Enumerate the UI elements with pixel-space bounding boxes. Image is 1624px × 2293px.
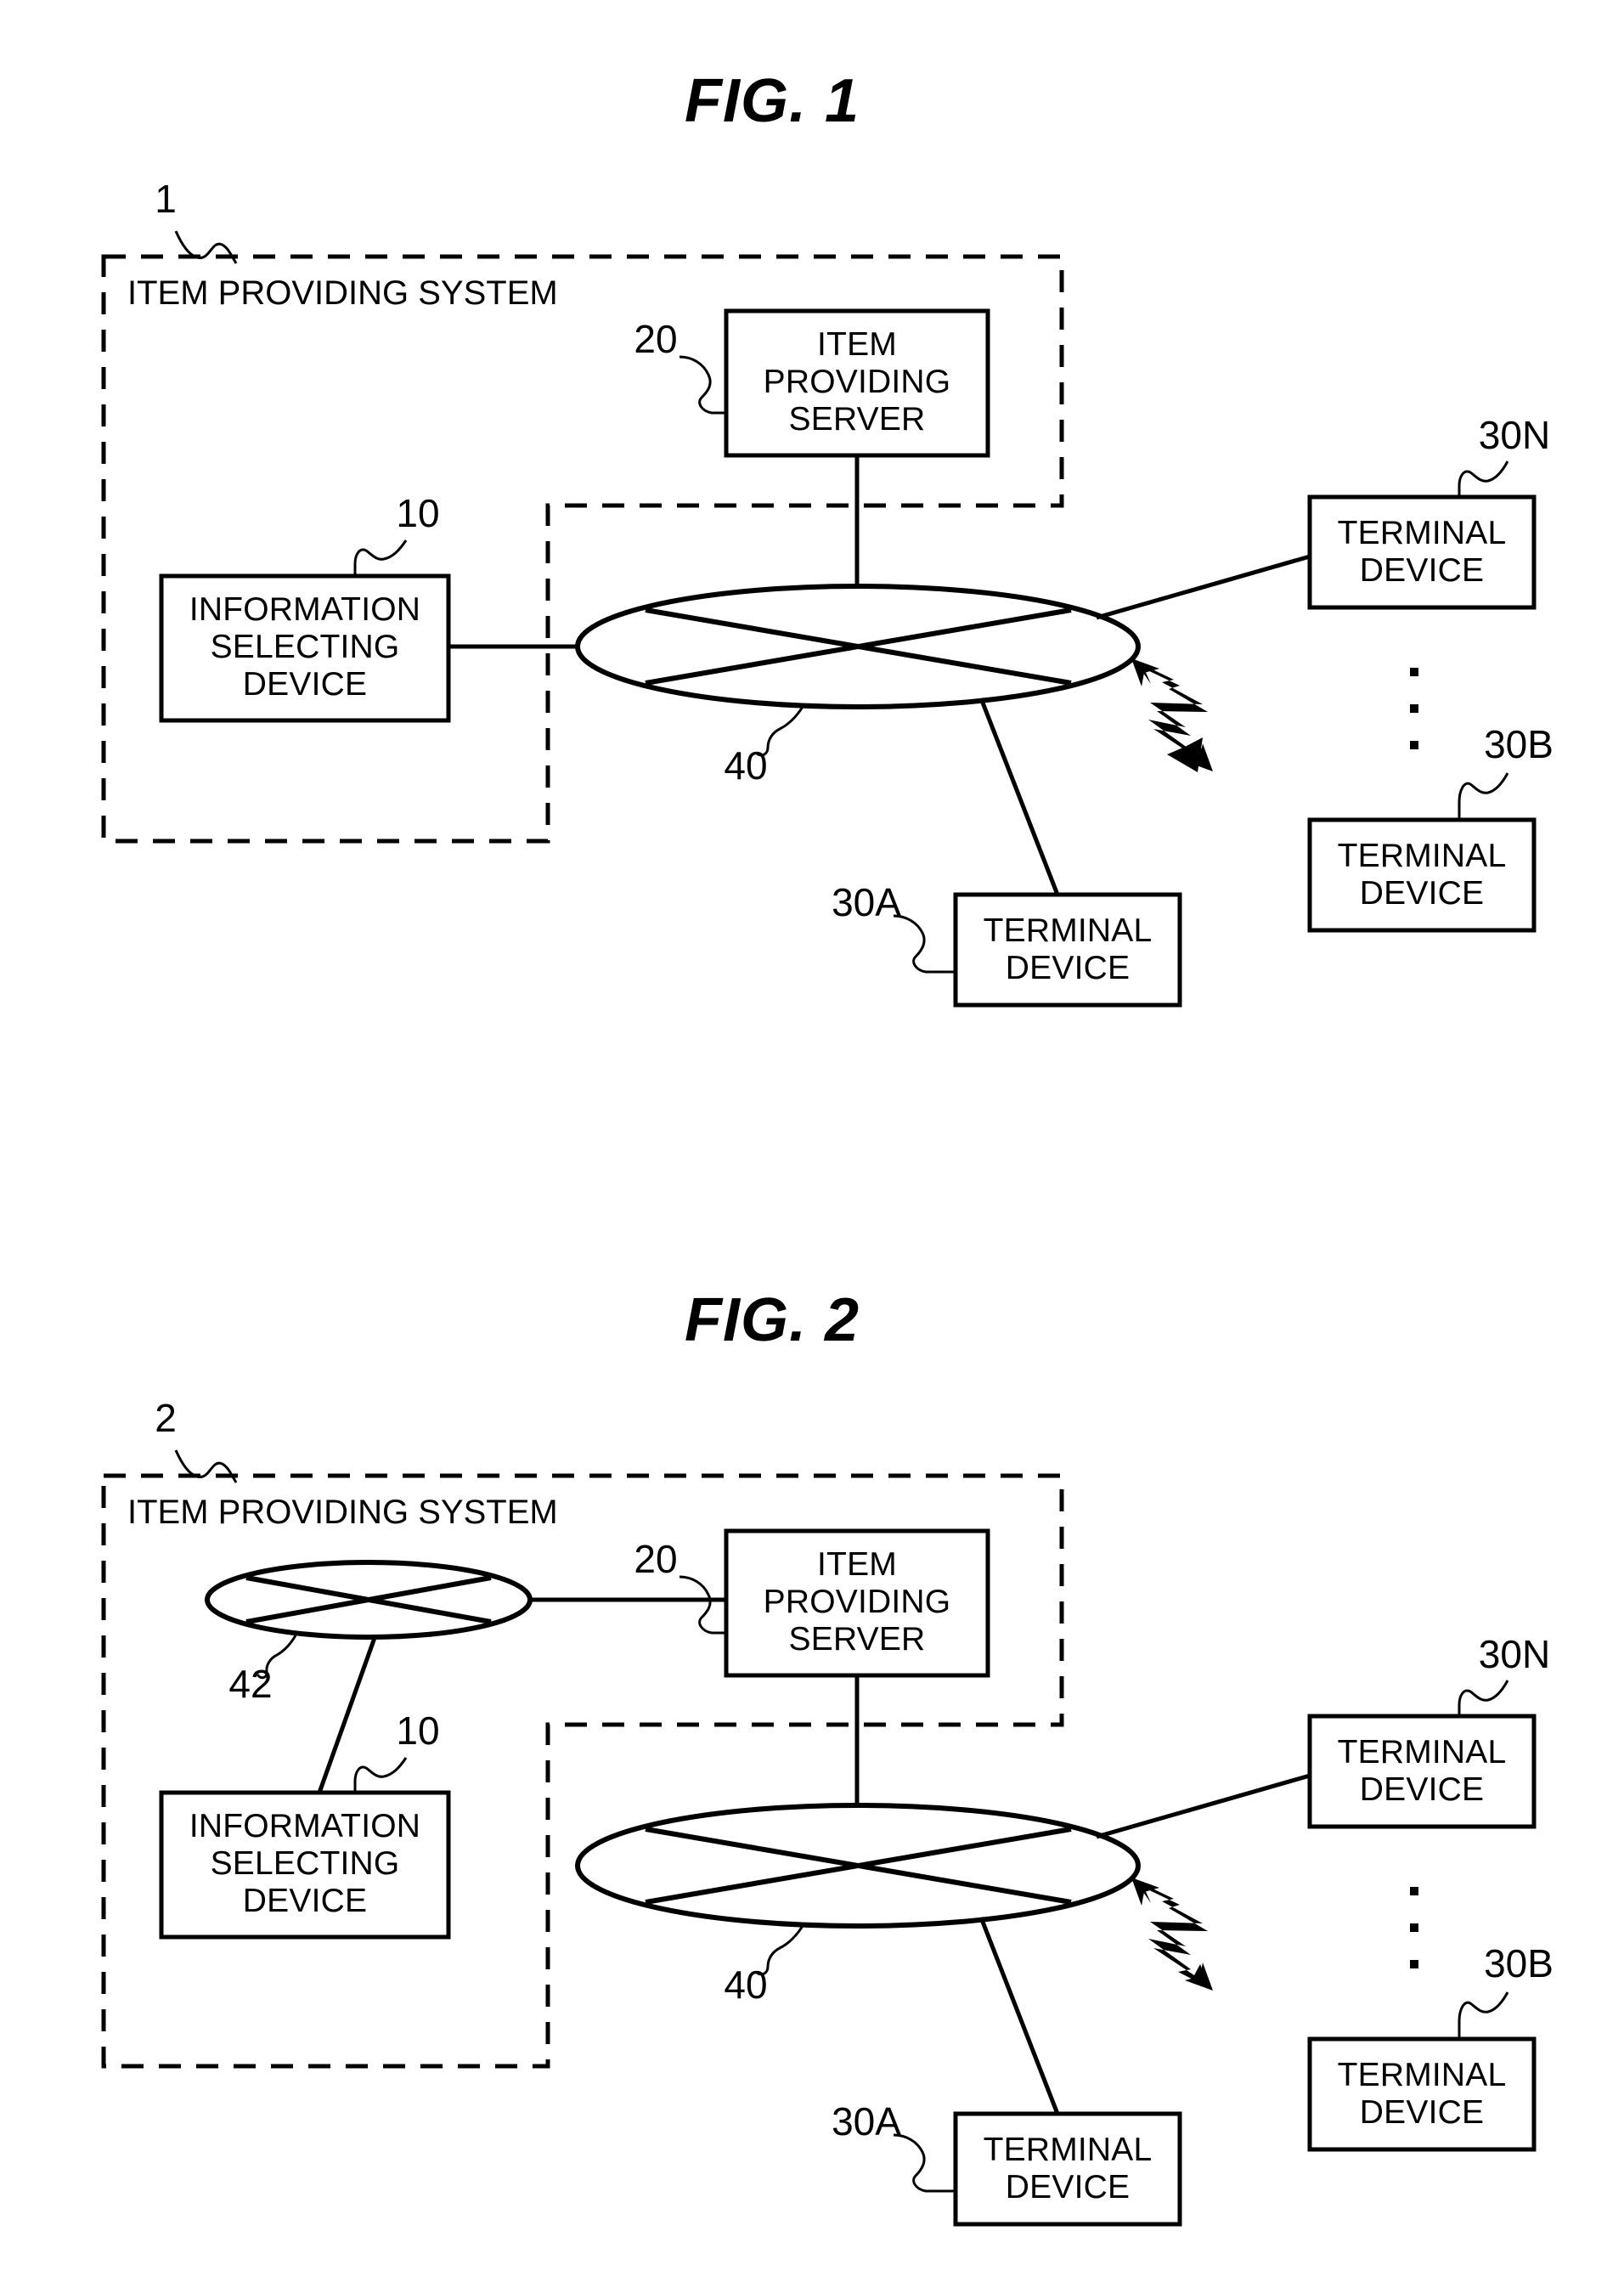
fig2-terminal-a-label-line1: TERMINAL xyxy=(984,2132,1153,2168)
fig1-link-network-to-terminal-n xyxy=(1096,554,1311,620)
fig1-server-label-line3: SERVER xyxy=(789,401,926,438)
fig1-terminal-b-label-line2: DEVICE xyxy=(1360,875,1484,912)
fig1-terminal-n-ref: 30N xyxy=(1479,413,1550,457)
fig1-link-network-to-terminal-a xyxy=(978,698,1060,895)
fig1-selector-ref: 10 xyxy=(396,491,439,535)
fig1-terminal-b-ref: 30B xyxy=(1484,722,1554,766)
fig2-terminal-a-ref-leader xyxy=(893,2133,956,2193)
fig2-terminal-n-ref-leader xyxy=(1458,1680,1509,1716)
drawing-canvas: FIG. 1 1 ITEM PROVIDING SYSTEM ITEM PROV… xyxy=(101,67,1554,2227)
fig1-vertical-ellipsis xyxy=(1410,668,1418,749)
fig2-link-network-to-terminal-n xyxy=(1096,1773,1311,1839)
figure-2: FIG. 2 2 ITEM PROVIDING SYSTEM 42 ITEM P… xyxy=(101,1286,1554,2227)
fig1-terminal-a-ref: 30A xyxy=(832,880,901,924)
fig2-vertical-ellipsis xyxy=(1410,1887,1418,1968)
figure-2-title: FIG. 2 xyxy=(685,1286,860,1354)
fig2-terminal-b-ref-leader xyxy=(1458,1991,1509,2039)
fig2-selector-ref: 10 xyxy=(396,1708,439,1753)
fig2-terminal-a-ref: 30A xyxy=(832,2099,901,2143)
fig1-selector-label-line3: DEVICE xyxy=(243,666,367,703)
fig1-system-ref: 1 xyxy=(155,177,177,221)
fig2-server-ref-leader xyxy=(679,1575,726,1635)
fig1-network-ref: 40 xyxy=(724,743,767,788)
fig1-terminal-n-ref-leader xyxy=(1458,460,1509,497)
fig2-selector-ref-leader xyxy=(353,1757,408,1793)
fig2-selector-label-line3: DEVICE xyxy=(243,1883,367,1919)
fig1-server-ref: 20 xyxy=(634,317,677,361)
fig2-system-ref: 2 xyxy=(155,1396,177,1440)
fig1-selector-ref-leader xyxy=(353,539,408,576)
fig1-terminal-n-label-line2: DEVICE xyxy=(1360,552,1484,589)
fig2-server-label-line2: PROVIDING xyxy=(764,1584,951,1620)
fig2-system-label: ITEM PROVIDING SYSTEM xyxy=(127,1494,558,1531)
fig1-selector-label-line2: SELECTING xyxy=(211,629,400,665)
fig1-terminal-a-label-line1: TERMINAL xyxy=(984,912,1153,949)
fig1-system-label: ITEM PROVIDING SYSTEM xyxy=(127,274,558,312)
fig1-server-label-line2: PROVIDING xyxy=(764,364,951,400)
figure-1-title: FIG. 1 xyxy=(685,67,860,135)
fig2-terminal-b-ref: 30B xyxy=(1484,1941,1554,1985)
fig2-terminal-b-label-line2: DEVICE xyxy=(1360,2094,1484,2131)
fig2-network-ref: 40 xyxy=(724,1963,767,2007)
fig2-wireless-lightning-arrow xyxy=(1131,1878,1213,1991)
figure-1: FIG. 1 1 ITEM PROVIDING SYSTEM ITEM PROV… xyxy=(101,67,1554,1008)
fig1-selector-label-line1: INFORMATION xyxy=(189,591,420,628)
fig2-server-label-line3: SERVER xyxy=(789,1621,926,1658)
fig1-terminal-a-label-line2: DEVICE xyxy=(1006,950,1130,986)
fig2-terminal-n-label-line1: TERMINAL xyxy=(1338,1734,1507,1771)
fig2-terminal-n-label-line2: DEVICE xyxy=(1360,1771,1484,1808)
fig1-terminal-n-label-line1: TERMINAL xyxy=(1338,515,1507,551)
fig2-selector-label-line1: INFORMATION xyxy=(189,1808,420,1844)
fig2-terminal-n-ref: 30N xyxy=(1479,1632,1550,1676)
fig1-terminal-b-ref-leader xyxy=(1458,772,1509,820)
fig1-wireless-lightning-arrow xyxy=(1131,658,1213,772)
fig1-server-label-line1: ITEM xyxy=(817,326,897,363)
fig2-server-label-line1: ITEM xyxy=(817,1546,897,1583)
fig2-terminal-b-label-line1: TERMINAL xyxy=(1338,2057,1507,2093)
patent-drawing-sheet: FIG. 1 1 ITEM PROVIDING SYSTEM ITEM PROV… xyxy=(0,0,1624,2293)
fig2-terminal-a-label-line2: DEVICE xyxy=(1006,2169,1130,2205)
fig1-server-ref-leader xyxy=(679,355,726,415)
fig2-server-ref: 20 xyxy=(634,1537,677,1581)
fig1-terminal-b-label-line1: TERMINAL xyxy=(1338,838,1507,874)
fig2-link-network-to-terminal-a xyxy=(978,1917,1060,2115)
fig2-selector-label-line2: SELECTING xyxy=(211,1845,400,1882)
fig1-terminal-a-ref-leader xyxy=(893,914,956,974)
